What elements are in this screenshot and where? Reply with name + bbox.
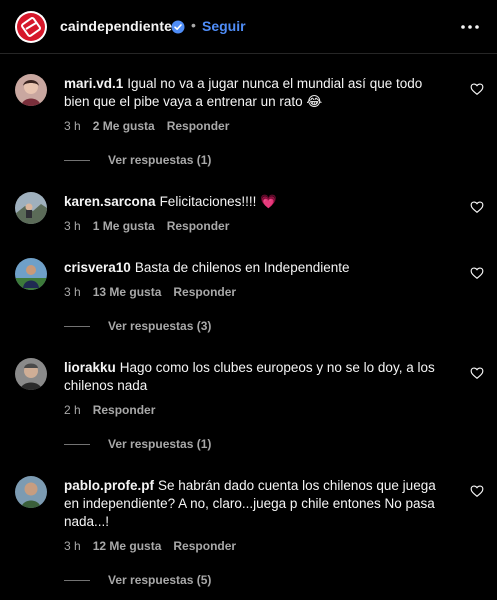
comment-body: liorakku Hago como los clubes europeos y …	[64, 359, 449, 395]
comment-meta: 3 h 2 Me gusta Responder	[64, 119, 229, 133]
view-replies-label: Ver respuestas (1)	[108, 437, 212, 451]
comment-username[interactable]: mari.vd.1	[64, 76, 123, 91]
replies-divider	[64, 159, 90, 161]
brand-avatar[interactable]	[15, 11, 47, 43]
comment-time[interactable]: 3 h	[64, 539, 81, 553]
view-replies-button[interactable]: Ver respuestas (3)	[64, 319, 211, 333]
avatar[interactable]	[15, 192, 47, 224]
comment-username[interactable]: crisvera10	[64, 260, 131, 275]
comment-username[interactable]: pablo.profe.pf	[64, 478, 154, 493]
view-replies-label: Ver respuestas (3)	[108, 319, 212, 333]
reply-button[interactable]: Responder	[167, 119, 230, 133]
comment-meta: 3 h 12 Me gusta Responder	[64, 539, 236, 553]
post-header: caindependiente • Seguir	[0, 0, 497, 54]
comment-time[interactable]: 2 h	[64, 403, 81, 417]
avatar[interactable]	[15, 258, 47, 290]
avatar[interactable]	[15, 476, 47, 508]
comment-username[interactable]: liorakku	[64, 360, 116, 375]
brand-logo-icon	[17, 13, 45, 41]
view-replies-label: Ver respuestas (5)	[108, 573, 212, 587]
replies-divider	[64, 443, 90, 445]
comment-meta: 3 h 13 Me gusta Responder	[64, 285, 236, 299]
comment-time[interactable]: 3 h	[64, 219, 81, 233]
comment-body: crisvera10 Basta de chilenos en Independi…	[64, 259, 449, 277]
avatar[interactable]	[15, 358, 47, 390]
view-replies-button[interactable]: Ver respuestas (1)	[64, 153, 211, 167]
comment-username[interactable]: karen.sarcona	[64, 194, 156, 209]
comment-body: mari.vd.1 Igual no va a jugar nunca el mu…	[64, 75, 449, 111]
comment-likes[interactable]: 2 Me gusta	[93, 119, 155, 133]
follow-button[interactable]: Seguir	[202, 18, 246, 34]
verified-badge-icon	[171, 20, 185, 34]
reply-button[interactable]: Responder	[167, 219, 230, 233]
replies-divider	[64, 579, 90, 581]
heart-icon[interactable]	[470, 366, 484, 380]
avatar[interactable]	[15, 74, 47, 106]
replies-divider	[64, 325, 90, 327]
comment-body: karen.sarcona Felicitaciones!!!! 💗	[64, 193, 449, 211]
view-replies-button[interactable]: Ver respuestas (1)	[64, 437, 211, 451]
more-options-icon[interactable]	[459, 18, 481, 36]
heart-icon[interactable]	[470, 484, 484, 498]
comment-text: Felicitaciones!!!! 💗	[159, 194, 277, 209]
comment-meta: 2 h Responder	[64, 403, 155, 417]
view-replies-button[interactable]: Ver respuestas (5)	[64, 573, 211, 587]
comment-text: Basta de chilenos en Independiente	[134, 260, 350, 275]
reply-button[interactable]: Responder	[173, 285, 236, 299]
view-replies-label: Ver respuestas (1)	[108, 153, 212, 167]
comment-likes[interactable]: 12 Me gusta	[93, 539, 162, 553]
header-separator: •	[191, 17, 196, 33]
comment-time[interactable]: 3 h	[64, 119, 81, 133]
comment-body: pablo.profe.pf Se habrán dado cuenta los …	[64, 477, 449, 531]
account-username[interactable]: caindependiente	[60, 18, 172, 34]
comment-text: Hago como los clubes europeos y no se lo…	[64, 360, 435, 393]
comment-likes[interactable]: 13 Me gusta	[93, 285, 162, 299]
comment-likes[interactable]: 1 Me gusta	[93, 219, 155, 233]
reply-button[interactable]: Responder	[93, 403, 156, 417]
heart-icon[interactable]	[470, 82, 484, 96]
comment-meta: 3 h 1 Me gusta Responder	[64, 219, 229, 233]
heart-icon[interactable]	[470, 200, 484, 214]
reply-button[interactable]: Responder	[173, 539, 236, 553]
heart-icon[interactable]	[470, 266, 484, 280]
comment-time[interactable]: 3 h	[64, 285, 81, 299]
